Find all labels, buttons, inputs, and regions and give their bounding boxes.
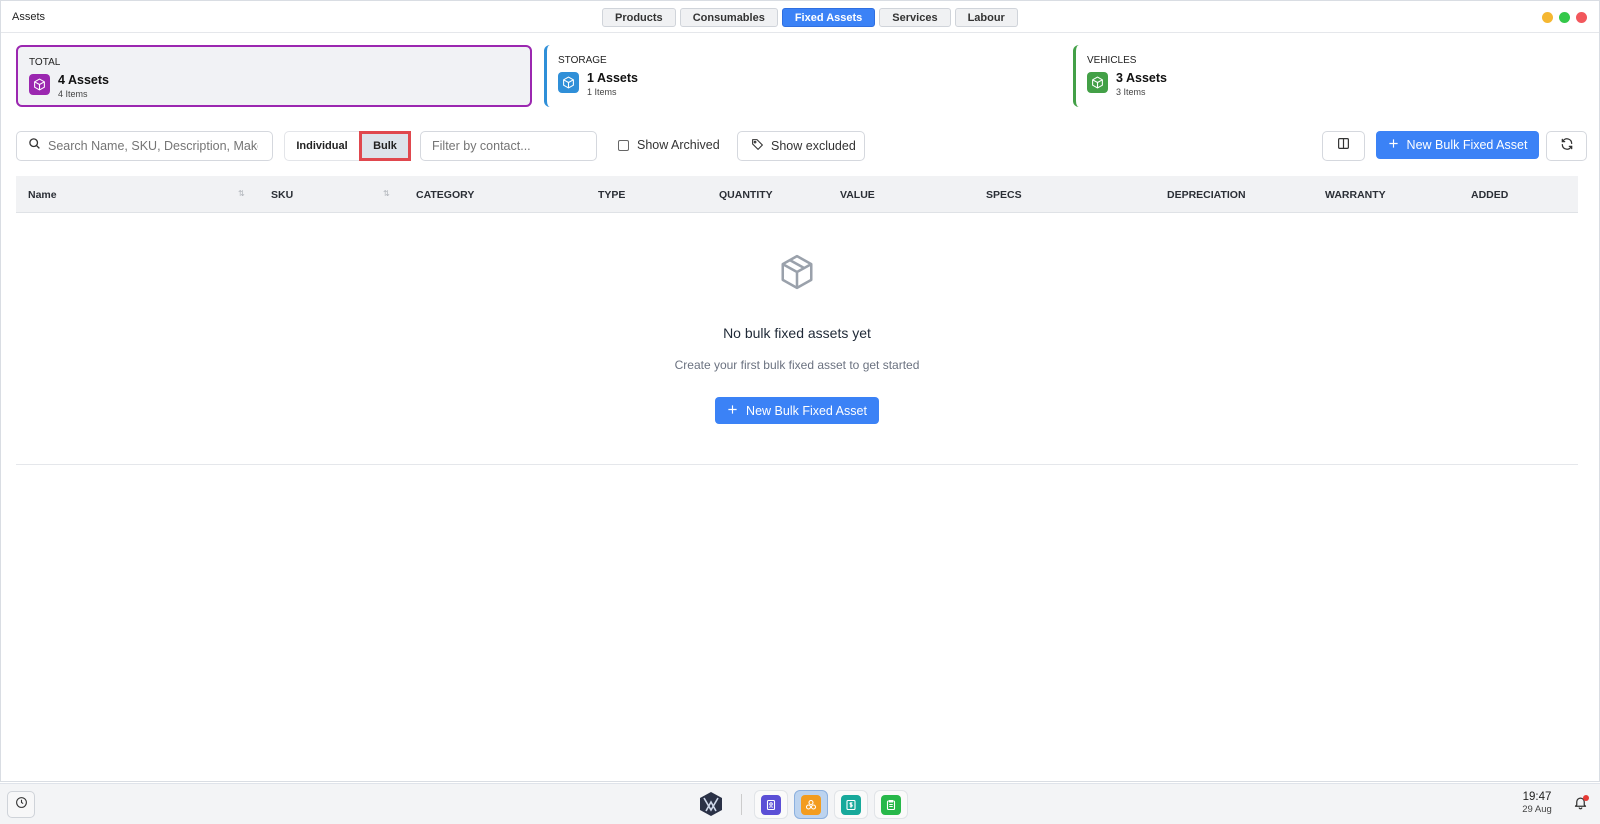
search-icon: [28, 137, 41, 155]
assets-app-button[interactable]: [794, 790, 828, 819]
close-button[interactable]: [1576, 12, 1587, 23]
card-label: STORAGE: [558, 55, 607, 66]
empty-new-bulk-fixed-asset-button[interactable]: New Bulk Fixed Asset: [715, 397, 879, 424]
assets-app-icon: [801, 794, 821, 815]
empty-button-label: New Bulk Fixed Asset: [746, 403, 867, 418]
assets-window: Assets Products Consumables Fixed Assets…: [0, 0, 1600, 782]
card-subtext: 3 Items: [1116, 87, 1146, 97]
summary-card-storage[interactable]: STORAGE 1 Assets 1 Items: [544, 45, 1060, 107]
window-controls: [1542, 12, 1587, 23]
notification-badge: [1583, 795, 1589, 801]
maximize-button[interactable]: [1559, 12, 1570, 23]
view-toggle: Individual Bulk: [284, 131, 411, 161]
title-bar: Assets Products Consumables Fixed Assets…: [1, 1, 1599, 33]
new-bulk-fixed-asset-button[interactable]: New Bulk Fixed Asset: [1376, 131, 1539, 159]
summary-cards: TOTAL 4 Assets 4 Items STORAGE 1 Assets …: [16, 45, 1586, 107]
clock-time: 19:47: [1522, 791, 1552, 803]
show-archived-toggle[interactable]: Show Archived: [618, 138, 720, 152]
card-label: TOTAL: [29, 57, 61, 68]
tag-icon: [751, 138, 764, 154]
column-header-name[interactable]: Name: [28, 189, 57, 201]
tab-consumables[interactable]: Consumables: [679, 8, 778, 27]
toolbar: Individual Bulk Show Archived Show exclu…: [16, 131, 1587, 161]
dollar-icon: [841, 794, 861, 815]
refresh-button[interactable]: [1546, 131, 1587, 161]
show-archived-label: Show Archived: [637, 138, 720, 152]
card-value: 1 Assets: [587, 71, 638, 85]
show-excluded-button[interactable]: Show excluded: [737, 131, 865, 161]
tab-services[interactable]: Services: [879, 8, 951, 27]
card-subtext: 4 Items: [58, 89, 88, 99]
card-subtext: 1 Items: [587, 87, 617, 97]
clipboard-app-button[interactable]: [874, 790, 908, 819]
package-icon: [778, 253, 816, 296]
contact-filter: [420, 131, 597, 161]
plus-icon: [727, 404, 738, 418]
history-button[interactable]: [7, 791, 35, 818]
show-archived-checkbox[interactable]: [618, 139, 629, 151]
search-input[interactable]: [48, 139, 258, 153]
column-header-value: VALUE: [840, 189, 875, 201]
clock-icon: [15, 796, 28, 814]
new-button-label: New Bulk Fixed Asset: [1406, 138, 1528, 152]
table-header: Name ⇅ SKU ⇅ CATEGORY TYPE QUANTITY VALU…: [16, 176, 1578, 213]
column-header-sku[interactable]: SKU: [271, 189, 293, 201]
columns-icon: [1337, 137, 1350, 155]
summary-card-total[interactable]: TOTAL 4 Assets 4 Items: [16, 45, 532, 107]
cube-icon: [558, 72, 579, 93]
card-value: 3 Assets: [1116, 71, 1167, 85]
window-title: Assets: [12, 11, 46, 23]
tab-labour[interactable]: Labour: [954, 8, 1018, 27]
notifications-button[interactable]: [1566, 790, 1595, 819]
column-header-depreciation: DEPRECIATION: [1167, 189, 1246, 201]
column-header-type: TYPE: [598, 189, 626, 201]
columns-toggle-button[interactable]: [1322, 131, 1365, 161]
module-tabs: Products Consumables Fixed Assets Servic…: [602, 8, 1018, 27]
system-clock[interactable]: 19:47 29 Aug: [1512, 791, 1562, 815]
card-value: 4 Assets: [58, 73, 109, 87]
cube-icon: [1087, 72, 1108, 93]
taskbar: 19:47 29 Aug: [0, 783, 1600, 824]
search-box: [16, 131, 273, 161]
taskbar-separator: [741, 794, 742, 815]
column-header-quantity: QUANTITY: [719, 189, 773, 201]
column-header-category: CATEGORY: [416, 189, 475, 201]
cube-icon: [29, 74, 50, 95]
minimize-button[interactable]: [1542, 12, 1553, 23]
tab-fixed-assets[interactable]: Fixed Assets: [781, 8, 876, 27]
tab-products[interactable]: Products: [602, 8, 676, 27]
contacts-book-icon: [761, 794, 781, 815]
column-header-added: ADDED: [1471, 189, 1509, 201]
sort-icon[interactable]: ⇅: [238, 189, 245, 198]
empty-state: No bulk fixed assets yet Create your fir…: [16, 213, 1578, 465]
view-individual-button[interactable]: Individual: [285, 132, 359, 160]
clock-date: 29 Aug: [1522, 804, 1552, 815]
sort-icon[interactable]: ⇅: [383, 189, 390, 198]
column-header-warranty: WARRANTY: [1325, 189, 1386, 201]
launcher-logo-icon[interactable]: [697, 790, 725, 818]
plus-icon: [1388, 138, 1399, 152]
refresh-icon: [1560, 137, 1574, 156]
contacts-app-button[interactable]: [754, 790, 788, 819]
show-excluded-label: Show excluded: [771, 139, 856, 153]
contact-filter-input[interactable]: [432, 139, 592, 153]
column-header-specs: SPECS: [986, 189, 1022, 201]
empty-state-title: No bulk fixed assets yet: [723, 325, 871, 341]
clipboard-icon: [881, 794, 901, 815]
view-bulk-button[interactable]: Bulk: [359, 131, 411, 161]
empty-state-subtitle: Create your first bulk fixed asset to ge…: [674, 358, 920, 372]
finance-app-button[interactable]: [834, 790, 868, 819]
summary-card-vehicles[interactable]: VEHICLES 3 Assets 3 Items: [1073, 45, 1589, 107]
card-label: VEHICLES: [1087, 55, 1137, 66]
